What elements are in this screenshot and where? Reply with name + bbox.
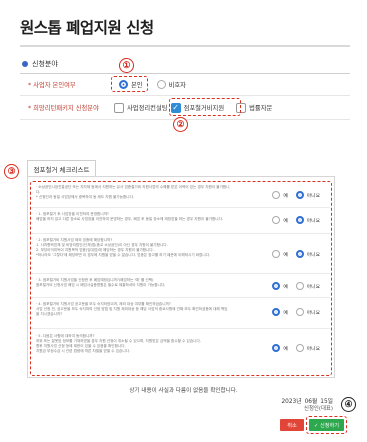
- highlight-box-submit: [306, 416, 347, 434]
- radio-owner-other-label: 비호자: [168, 82, 186, 89]
- callout-1: ①: [119, 58, 134, 73]
- bullet-icon: [22, 61, 28, 67]
- section-label-text: 신청분야: [32, 60, 58, 68]
- section-label: 신청분야: [22, 59, 58, 69]
- callout-3: ③: [4, 164, 19, 179]
- page-title: 원스톱 폐업지원 신청: [20, 19, 154, 37]
- checkbox-consulting-label: 사업정리컨설팅: [127, 105, 168, 112]
- highlight-box-owner: [111, 76, 148, 92]
- owner-options: 본인 비호자: [114, 80, 350, 89]
- callout-2: ②: [173, 117, 188, 132]
- callout-4: ④: [341, 397, 356, 412]
- checkbox-consulting[interactable]: [114, 102, 124, 113]
- confirm-statement: 상기 내용이 사실과 다름이 없음을 확인합니다.: [129, 388, 238, 394]
- date-year: 2023년: [281, 399, 302, 405]
- checkbox-legal-label: 법률자문: [249, 105, 273, 112]
- package-label: * 희망리턴패키지 신청분야: [28, 105, 99, 112]
- radio-owner-other[interactable]: [156, 80, 166, 89]
- highlight-box-package: [169, 98, 241, 116]
- highlight-box-checklist: [30, 181, 332, 376]
- tab-demolition-checklist[interactable]: 점포철거 체크리스트: [27, 160, 96, 176]
- owner-label: * 사업자 본인여부: [28, 82, 76, 89]
- signer-label: 신청인(대표): [303, 406, 333, 412]
- cancel-button[interactable]: 취소: [280, 419, 304, 431]
- form-row-owner: * 사업자 본인여부 본인 비호자: [20, 74, 350, 96]
- title-divider: [20, 45, 350, 47]
